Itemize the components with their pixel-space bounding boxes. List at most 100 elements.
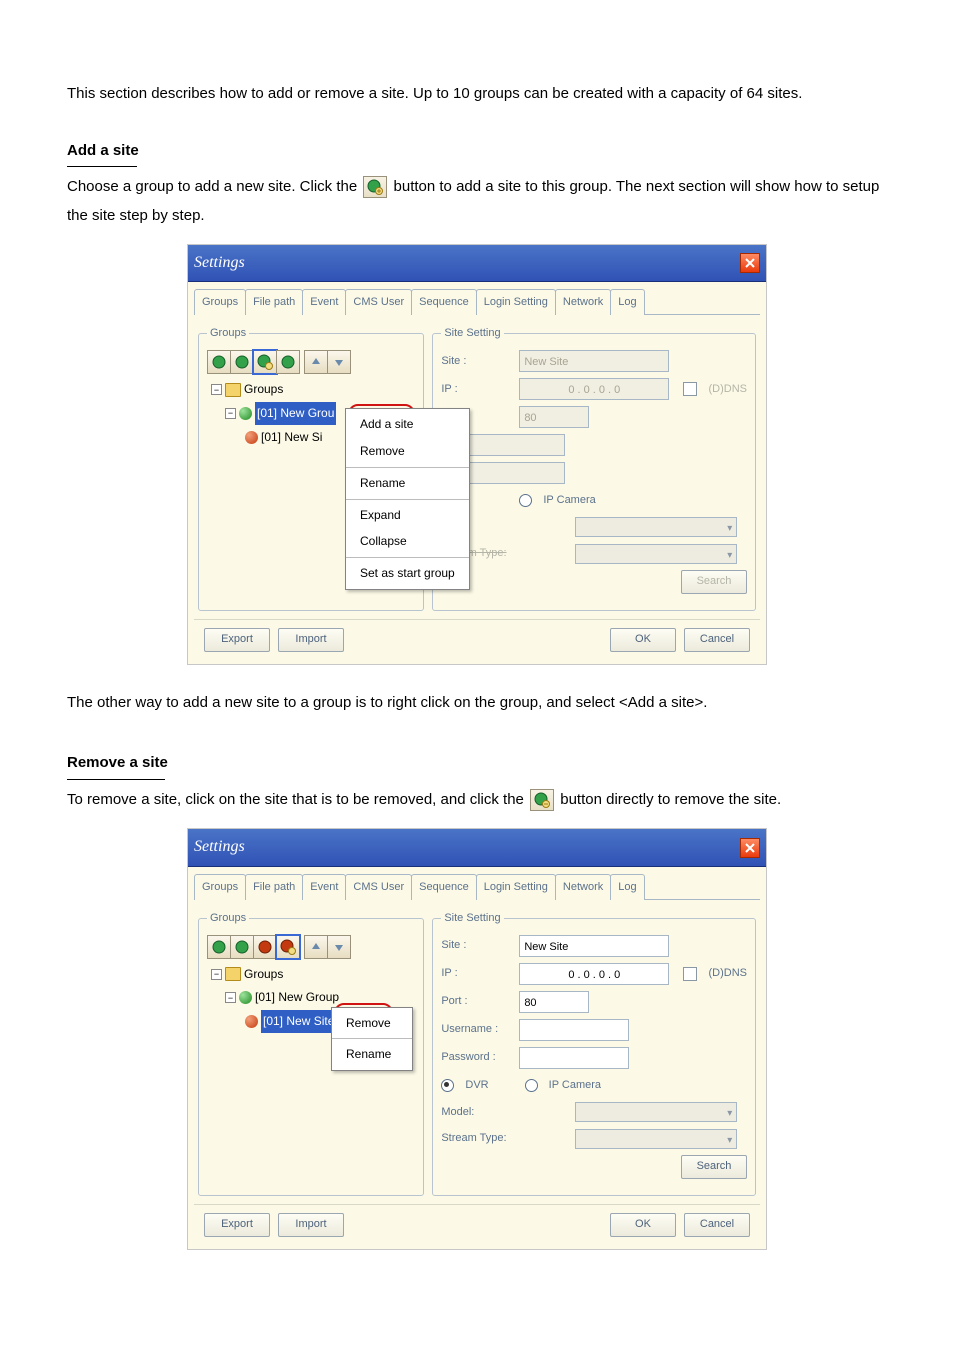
tab-network[interactable]: Network: [555, 874, 611, 900]
tab-groups[interactable]: Groups: [194, 289, 246, 315]
password-input[interactable]: [455, 462, 565, 484]
tree-group[interactable]: [01] New Group: [255, 986, 339, 1009]
import-button[interactable]: Import: [278, 628, 344, 652]
add-site-toolbar-icon[interactable]: [253, 350, 277, 374]
export-button[interactable]: Export: [204, 1213, 270, 1237]
move-down-icon[interactable]: [327, 935, 351, 959]
tree-group-selected[interactable]: [01] New Grou: [255, 402, 336, 425]
tab-filepath[interactable]: File path: [245, 874, 303, 900]
tab-cmsuser[interactable]: CMS User: [345, 874, 412, 900]
ok-button[interactable]: OK: [610, 1213, 676, 1237]
site-input[interactable]: New Site: [519, 935, 669, 957]
close-icon[interactable]: [740, 838, 760, 858]
collapse-icon[interactable]: −: [225, 992, 236, 1003]
port-label: Port :: [441, 991, 515, 1012]
titlebar: Settings: [188, 245, 766, 282]
search-button[interactable]: Search: [681, 570, 747, 594]
site-setting-panel: Site Setting Site :New Site IP :0 . 0 . …: [432, 323, 756, 611]
tab-groups[interactable]: Groups: [194, 874, 246, 900]
remove-site-toolbar-icon[interactable]: [276, 350, 300, 374]
window-title: Settings: [194, 832, 245, 862]
tab-loginsetting[interactable]: Login Setting: [476, 874, 556, 900]
tab-sequence[interactable]: Sequence: [411, 874, 477, 900]
remove-group-icon[interactable]: [230, 350, 254, 374]
ctx-start-group[interactable]: Set as start group: [346, 560, 469, 587]
dvr-label: DVR: [465, 1075, 488, 1096]
remove-site-globe-icon: [530, 789, 554, 811]
add-group-icon[interactable]: [207, 350, 231, 374]
tab-event[interactable]: Event: [302, 874, 346, 900]
username-input[interactable]: [519, 1019, 629, 1041]
port-input[interactable]: 80: [519, 991, 589, 1013]
add-site-toolbar-icon[interactable]: [253, 935, 277, 959]
model-label: Model:: [441, 1102, 515, 1123]
ctx-remove[interactable]: Remove: [332, 1010, 412, 1037]
export-button[interactable]: Export: [204, 628, 270, 652]
move-up-icon[interactable]: [304, 935, 328, 959]
group-icon: [239, 991, 252, 1004]
remove-site-paragraph: To remove a site, click on the site that…: [67, 786, 887, 815]
stream-select[interactable]: [575, 1129, 737, 1149]
remove-group-icon[interactable]: [230, 935, 254, 959]
import-button[interactable]: Import: [278, 1213, 344, 1237]
tabs-row: Groups File path Event CMS User Sequence…: [188, 867, 766, 899]
ip-label: IP :: [441, 379, 515, 400]
collapse-icon[interactable]: −: [211, 384, 222, 395]
dvr-radio[interactable]: [441, 1079, 454, 1092]
settings-window-remove: Settings Groups File path Event CMS User…: [187, 828, 767, 1250]
ctx-add-site[interactable]: Add a site: [346, 411, 469, 438]
ctx-remove[interactable]: Remove: [346, 438, 469, 465]
collapse-icon[interactable]: −: [225, 408, 236, 419]
add-site-outro: The other way to add a new site to a gro…: [67, 689, 887, 718]
settings-window-add: Settings Groups File path Event CMS User…: [187, 244, 767, 665]
ctx-rename[interactable]: Rename: [346, 470, 469, 497]
username-label: Username :: [441, 1019, 515, 1040]
site-label: Site :: [441, 935, 515, 956]
ctx-rename[interactable]: Rename: [332, 1041, 412, 1068]
tab-event[interactable]: Event: [302, 289, 346, 315]
ok-button[interactable]: OK: [610, 628, 676, 652]
port-input[interactable]: 80: [519, 406, 589, 428]
close-icon[interactable]: [740, 253, 760, 273]
model-select[interactable]: [575, 517, 737, 537]
tab-log[interactable]: Log: [610, 874, 644, 900]
tab-cmsuser[interactable]: CMS User: [345, 289, 412, 315]
search-button[interactable]: Search: [681, 1155, 747, 1179]
cancel-button[interactable]: Cancel: [684, 1213, 750, 1237]
tab-network[interactable]: Network: [555, 289, 611, 315]
tabs-row: Groups File path Event CMS User Sequence…: [188, 282, 766, 314]
collapse-icon[interactable]: −: [211, 969, 222, 980]
username-input[interactable]: [455, 434, 565, 456]
ipcamera-radio[interactable]: [519, 494, 532, 507]
heading-rule: [67, 166, 137, 167]
move-down-icon[interactable]: [327, 350, 351, 374]
remove-site-toolbar-icon[interactable]: [276, 935, 300, 959]
ip-input[interactable]: 0 . 0 . 0 . 0: [519, 963, 669, 985]
ctx-collapse[interactable]: Collapse: [346, 528, 469, 555]
ctx-expand[interactable]: Expand: [346, 502, 469, 529]
ip-input[interactable]: 0 . 0 . 0 . 0: [519, 378, 669, 400]
password-label: Password :: [441, 1047, 515, 1068]
tab-loginsetting[interactable]: Login Setting: [476, 289, 556, 315]
add-group-icon[interactable]: [207, 935, 231, 959]
model-select[interactable]: [575, 1102, 737, 1122]
ddns-checkbox[interactable]: [683, 967, 697, 981]
tab-log[interactable]: Log: [610, 289, 644, 315]
cancel-button[interactable]: Cancel: [684, 628, 750, 652]
tree-site-selected[interactable]: [01] New Site: [261, 1010, 336, 1033]
tab-sequence[interactable]: Sequence: [411, 289, 477, 315]
stream-select[interactable]: [575, 544, 737, 564]
site-input[interactable]: New Site: [519, 350, 669, 372]
tab-filepath[interactable]: File path: [245, 289, 303, 315]
context-menu[interactable]: Add a site Remove Rename Expand Collapse…: [345, 408, 470, 590]
groups-toolbar: [207, 350, 415, 374]
context-menu[interactable]: Remove Rename: [331, 1007, 413, 1072]
heading-rule: [67, 779, 165, 780]
move-up-icon[interactable]: [304, 350, 328, 374]
ddns-checkbox[interactable]: [683, 382, 697, 396]
tree-site[interactable]: [01] New Si: [261, 426, 322, 449]
password-input[interactable]: [519, 1047, 629, 1069]
intro-paragraph: This section describes how to add or rem…: [67, 80, 887, 109]
ipcamera-radio[interactable]: [525, 1079, 538, 1092]
add-site-paragraph: Choose a group to add a new site. Click …: [67, 173, 887, 230]
